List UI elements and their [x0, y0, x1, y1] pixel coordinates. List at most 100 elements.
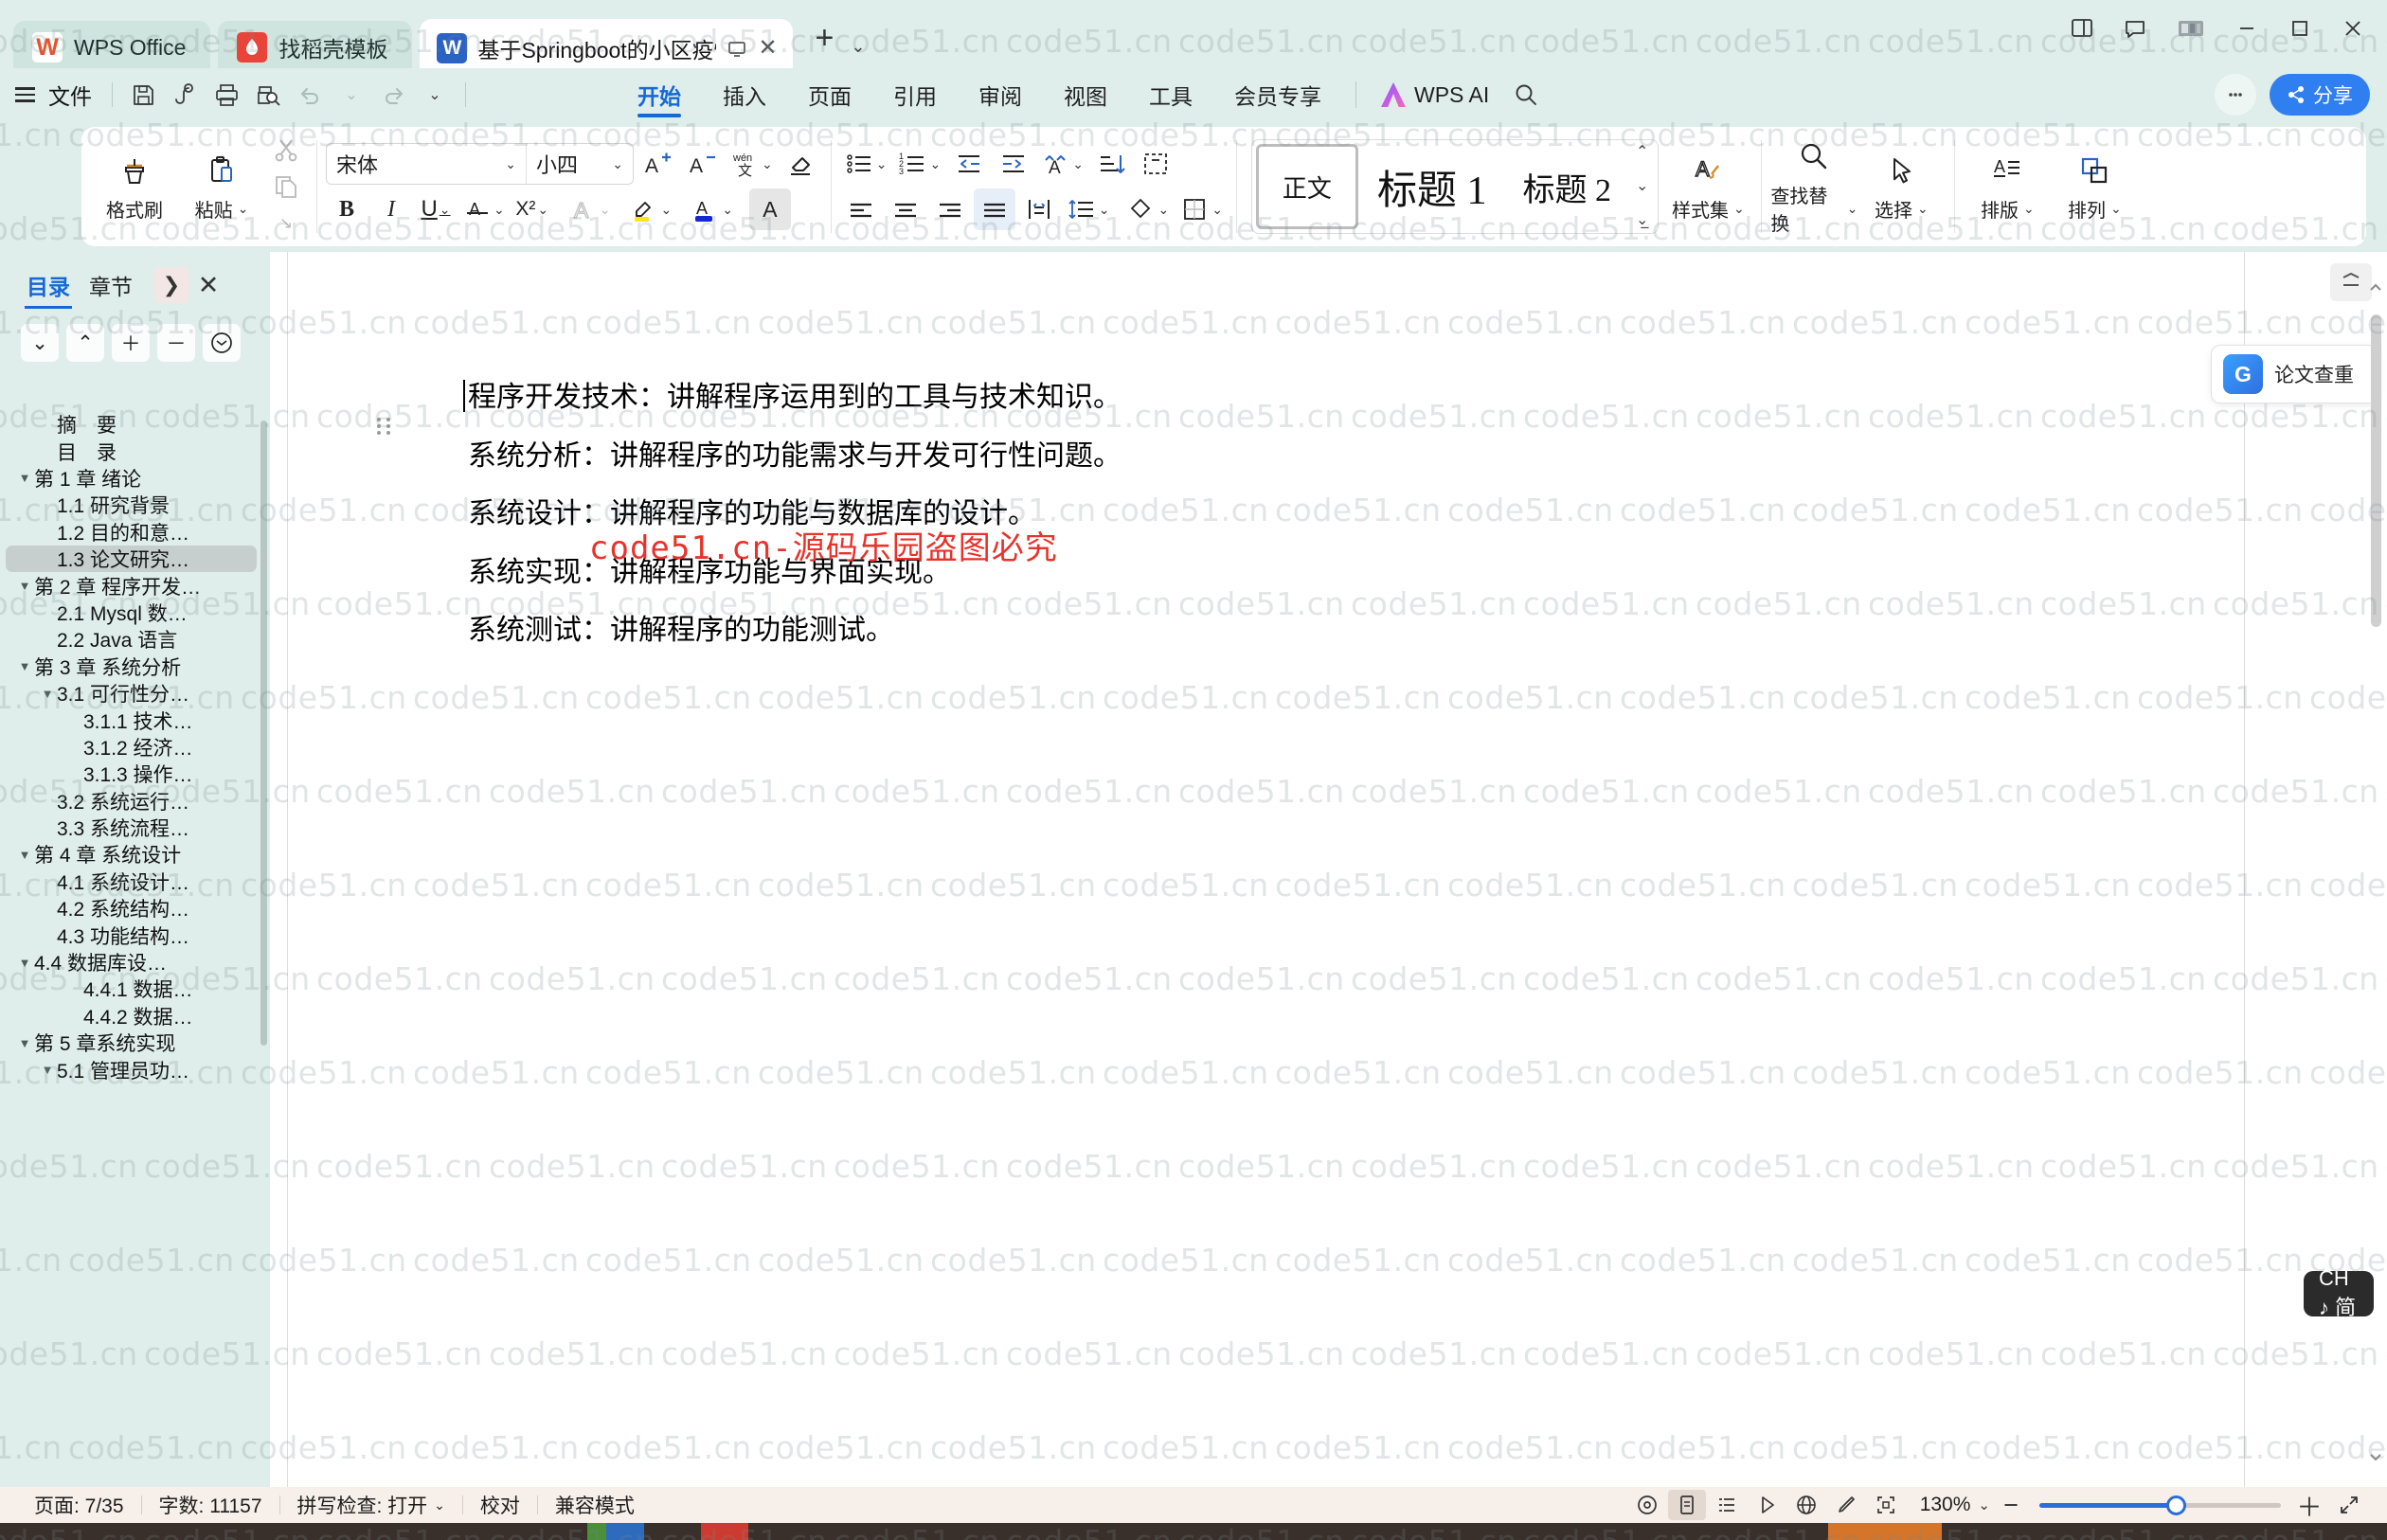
new-tab-button[interactable]: + [800, 20, 844, 63]
shrink-font-button[interactable]: A [681, 143, 723, 185]
plus-icon[interactable]: ＋ [112, 324, 150, 362]
chevron-down-icon[interactable]: ⌄ [238, 201, 249, 217]
wps-ai-button[interactable]: WPS AI [1370, 82, 1500, 108]
ribbon-tab-tools[interactable]: 工具 [1128, 68, 1213, 121]
status-page[interactable]: 页面: 7/35 [17, 1491, 141, 1519]
zoom-slider-track[interactable] [2039, 1495, 2281, 1515]
outline-scrollbar-thumb[interactable] [260, 421, 267, 1046]
outline-item[interactable]: 目 录 [6, 438, 257, 464]
chevron-down-icon[interactable]: ⌄ [1099, 202, 1110, 218]
twisty-expanded-icon[interactable]: ▼ [15, 956, 34, 970]
outline-item[interactable]: 1.1 研究背景 [6, 492, 257, 518]
redo-icon[interactable] [373, 75, 413, 115]
underline-button[interactable]: U ⌄ [415, 188, 457, 230]
align-center-button[interactable] [885, 188, 926, 230]
outline-item[interactable]: 1.3 论文研究… [6, 545, 257, 573]
expand-gallery-icon[interactable]: ⌄̲ [1636, 213, 1648, 228]
outline-item[interactable]: ▼ 第 4 章 系统设计 [6, 841, 257, 868]
ime-indicator[interactable]: CH ♪ 简 [2304, 1266, 2374, 1319]
chevron-down-icon[interactable]: ⌄ [929, 156, 941, 172]
fullscreen-icon[interactable] [1867, 1490, 1905, 1520]
chevron-down-icon[interactable]: ⌄ [1158, 202, 1169, 218]
undo-caret-icon[interactable]: ⌄ [332, 75, 371, 115]
align-right-button[interactable] [929, 188, 971, 230]
text-effects-button[interactable]: A ⌄ [556, 188, 615, 230]
tab-close-icon[interactable]: ✕ [758, 37, 777, 60]
chevron-down-icon[interactable]: ⌄ [1733, 201, 1745, 217]
paragraph-drag-handle[interactable] [377, 416, 392, 437]
grow-font-button[interactable]: A [637, 143, 678, 185]
find-replace-button[interactable]: 查找替换 ⌄ [1770, 134, 1858, 240]
outline-tree[interactable]: 摘 要目 录 ▼ 第 1 章 绪论 1.1 研究背景 1.2 目的和意… 1.3 论文研究… [0, 411, 270, 1487]
new-tab-caret-icon[interactable]: ⌄ [851, 37, 865, 57]
typeset-button[interactable]: A 排版 ⌄ [1964, 134, 2051, 240]
ribbon-tab-home[interactable]: 开始 [617, 68, 702, 121]
outline-item[interactable]: 3.2 系统运行… [6, 787, 257, 814]
scroll-down-icon[interactable] [2368, 1449, 2383, 1464]
twisty-expanded-icon[interactable]: ▼ [15, 848, 34, 862]
minus-icon[interactable]: － [157, 324, 195, 362]
chevron-down-icon[interactable]: ⌄ [440, 202, 451, 218]
outline-item[interactable]: ▼ 3.1 可行性分… [6, 680, 257, 707]
outline-item[interactable]: ▼ 4.4 数据库设… [6, 949, 257, 976]
chevron-down-icon[interactable]: ⌄ [2023, 201, 2035, 217]
outline-item[interactable]: 摘 要 [6, 411, 257, 438]
twisty-expanded-icon[interactable]: ▼ [38, 1063, 57, 1077]
outline-item[interactable]: 3.1.3 操作… [6, 761, 257, 787]
scroll-down-icon[interactable]: ⌄ [1636, 179, 1648, 194]
clear-formatting-button[interactable] [780, 143, 821, 185]
zoom-caret-icon[interactable]: ⌄ [1978, 1496, 1990, 1513]
chevron-down-icon[interactable]: ⌄ [1211, 202, 1223, 218]
zoom-in-button[interactable]: ＋ [2290, 1490, 2328, 1522]
show-marks-button[interactable] [1135, 143, 1176, 185]
outline-item[interactable]: ▼ 第 3 章 系统分析 [6, 654, 257, 680]
outline-item[interactable]: 3.1.2 经济… [6, 734, 257, 761]
font-name-select[interactable]: 宋体 ⌄ [327, 149, 526, 179]
read-view-icon[interactable] [1748, 1490, 1786, 1520]
app-tab-docer-template[interactable]: 找稻壳模板 [218, 21, 413, 74]
sort-button[interactable] [1090, 143, 1132, 185]
document-page[interactable]: 程序开发技术：讲解程序运用到的工具与技术知识。 系统分析：讲解程序的功能需求与开… [287, 252, 2245, 1487]
outline-item[interactable]: 4.4.2 数据… [6, 1003, 257, 1030]
ribbon-tab-view[interactable]: 视图 [1043, 68, 1128, 121]
twisty-expanded-icon[interactable]: ▼ [15, 579, 34, 593]
share-button[interactable]: 分享 [2270, 74, 2370, 116]
outline-item[interactable]: ▼ 5.1 管理员功… [6, 1056, 257, 1083]
shading-button[interactable]: ⌄ [1116, 188, 1173, 230]
increase-indent-button[interactable] [992, 143, 1033, 185]
outline-item[interactable]: 3.1.1 技术… [6, 707, 257, 733]
style-item-heading2[interactable]: 标题 2 [1505, 144, 1628, 229]
taskbar-item[interactable] [606, 1523, 644, 1540]
cut-button[interactable] [265, 134, 307, 167]
outline-item[interactable]: ▼ 第 5 章系统实现 [6, 1030, 257, 1056]
outline-item[interactable]: 3.3 系统流程… [6, 815, 257, 841]
print-icon[interactable] [206, 75, 246, 115]
app-tab-wps-office[interactable]: W WPS Office [13, 21, 211, 74]
status-compat-mode[interactable]: 兼容模式 [538, 1491, 652, 1519]
tab-restore-icon[interactable] [727, 38, 747, 59]
chevron-down-icon[interactable]: ⌄ [660, 202, 672, 218]
twisty-expanded-icon[interactable]: ▼ [38, 687, 57, 701]
outline-item[interactable]: ▼ 第 2 章 程序开发… [6, 572, 257, 599]
clipboard-launcher-icon[interactable]: ↘ [265, 206, 307, 240]
outline-item[interactable]: 1.2 目的和意… [6, 519, 257, 546]
taskbar-item-active[interactable] [1828, 1523, 1942, 1540]
outline-item[interactable]: 4.4.1 数据… [6, 976, 257, 1002]
chevron-up-icon[interactable]: ⌃ [66, 324, 104, 362]
outline-item[interactable]: 4.2 系统结构… [6, 895, 257, 922]
twisty-expanded-icon[interactable]: ▼ [15, 659, 34, 673]
chevron-down-icon[interactable]: ⌄ [876, 156, 888, 172]
superscript-button[interactable]: X² ⌄ [512, 188, 553, 230]
focus-view-icon[interactable] [1628, 1490, 1666, 1520]
font-color-button[interactable]: A ⌄ [678, 188, 737, 230]
text-direction-button[interactable]: A ⌄ [1036, 143, 1087, 185]
document-scrollbar-thumb[interactable] [2371, 314, 2381, 627]
ribbon-tab-review[interactable]: 审阅 [958, 68, 1043, 121]
justify-button[interactable] [973, 188, 1015, 230]
twisty-expanded-icon[interactable]: ▼ [15, 1036, 34, 1050]
zoom-slider-knob[interactable] [2166, 1495, 2186, 1515]
chevron-down-icon[interactable]: ⌄ [1847, 201, 1858, 217]
status-proofread[interactable]: 校对 [463, 1491, 537, 1519]
save-icon[interactable] [123, 75, 163, 115]
collapse-ribbon-icon[interactable] [2330, 263, 2372, 301]
